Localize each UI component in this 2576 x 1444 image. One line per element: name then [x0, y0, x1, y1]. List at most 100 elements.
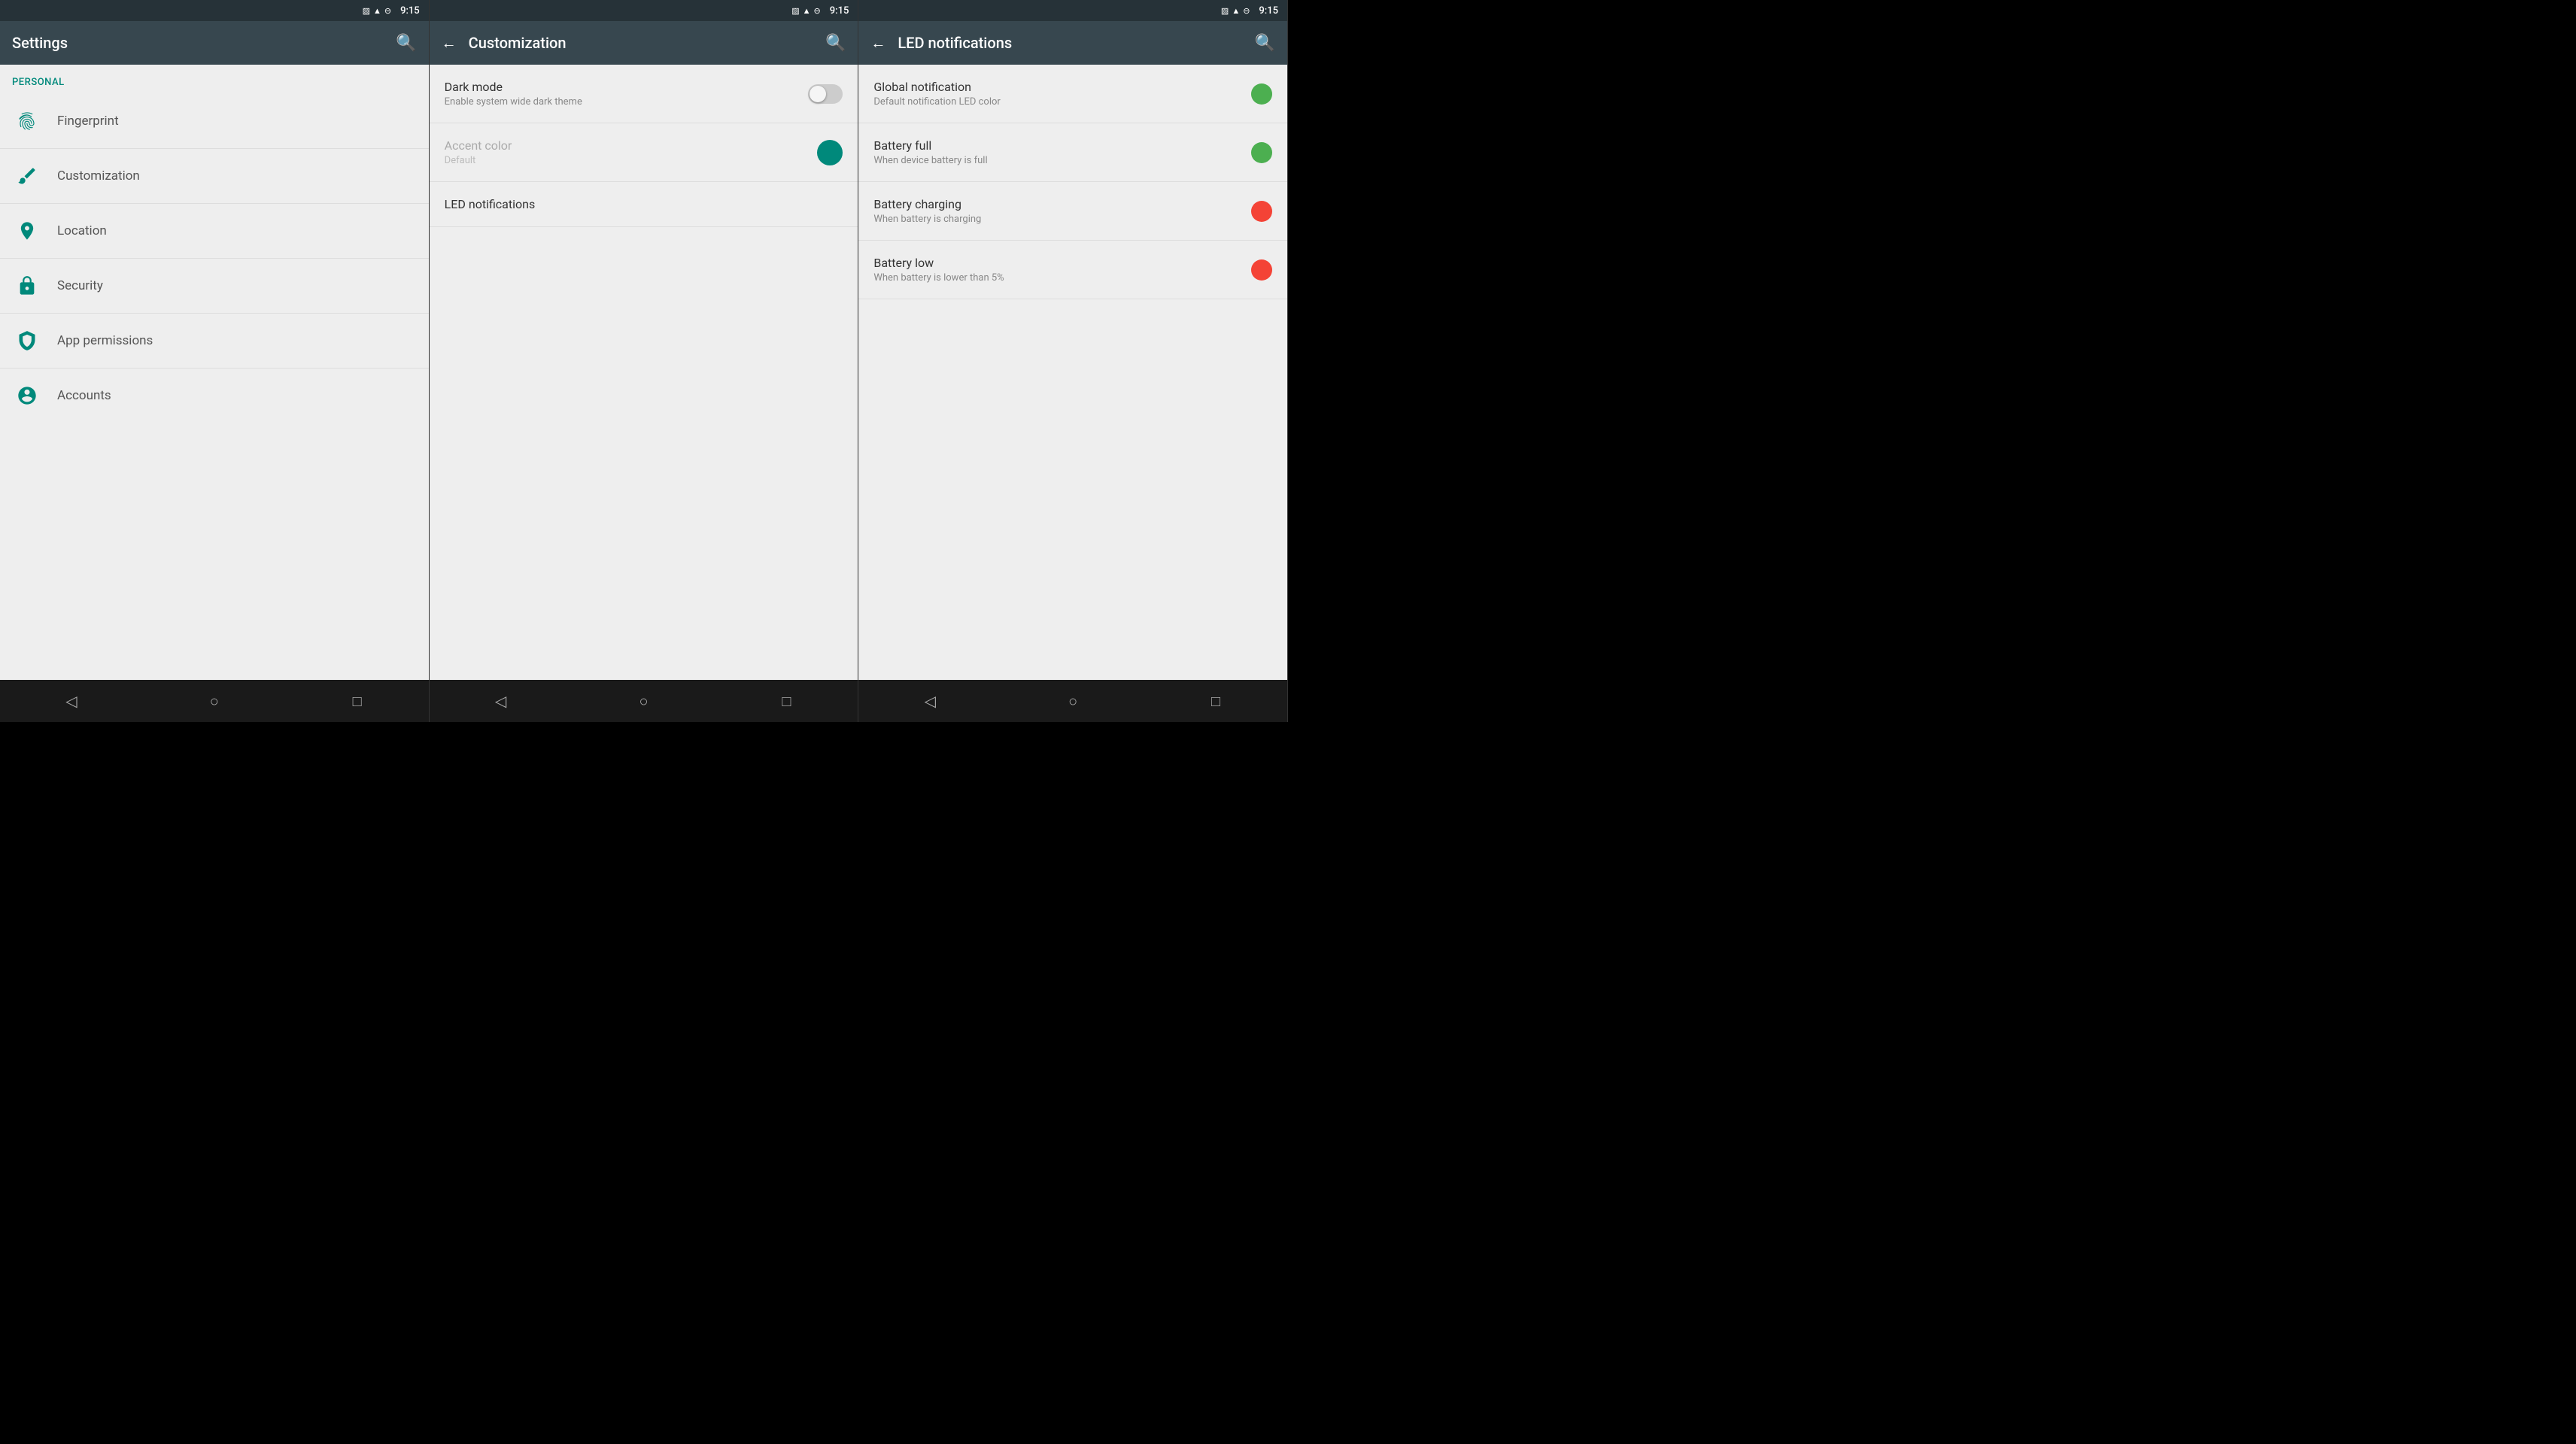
page-title-1: Settings	[12, 34, 384, 52]
dark-mode-title: Dark mode	[445, 80, 582, 94]
dark-mode-subtitle: Enable system wide dark theme	[445, 96, 582, 108]
signal-icon-3: ▲	[1232, 6, 1240, 16]
led-notifications-title: LED notifications	[445, 197, 843, 211]
recents-button-1[interactable]: □	[335, 686, 380, 716]
accounts-label: Accounts	[57, 388, 111, 403]
page-title-3: LED notifications	[898, 34, 1242, 52]
settings-item-security[interactable]: Security	[0, 259, 429, 314]
search-icon-1[interactable]: 🔍	[396, 34, 416, 53]
battery-charging-content: Battery charging When battery is chargin…	[873, 197, 981, 225]
accent-color-subtitle: Default	[445, 155, 512, 166]
battery-charging-subtitle: When battery is charging	[873, 214, 981, 225]
settings-item-fingerprint[interactable]: Fingerprint	[0, 94, 429, 149]
fingerprint-label: Fingerprint	[57, 114, 119, 129]
global-notification-item[interactable]: Global notification Default notification…	[858, 65, 1287, 123]
app-bar-1: Settings 🔍	[0, 21, 429, 65]
battery-low-subtitle: When battery is lower than 5%	[873, 272, 1004, 284]
battery-icon-2: ⊖	[814, 6, 821, 16]
security-icon	[12, 271, 42, 301]
accent-color-title: Accent color	[445, 138, 512, 153]
home-button-2[interactable]: ○	[621, 686, 667, 716]
accent-color-row: Accent color Default	[445, 138, 843, 166]
search-icon-2[interactable]: 🔍	[825, 34, 846, 53]
global-notification-content: Global notification Default notification…	[873, 80, 1001, 108]
back-button-1[interactable]: ◁	[49, 686, 94, 716]
battery-charging-dot	[1251, 201, 1272, 222]
battery-low-title: Battery low	[873, 256, 1004, 270]
settings-content: Personal Fingerprint Customization	[0, 65, 429, 680]
nav-bar-2: ◁ ○ □	[430, 680, 858, 722]
battery-full-dot	[1251, 142, 1272, 163]
toggle-knob-dark-mode	[810, 86, 826, 102]
customization-label: Customization	[57, 168, 140, 184]
time-display-1: 9:15	[400, 5, 420, 17]
settings-item-accounts[interactable]: Accounts	[0, 369, 429, 423]
recents-button-2[interactable]: □	[764, 686, 809, 716]
fingerprint-icon	[12, 106, 42, 136]
back-arrow-3[interactable]: ←	[870, 34, 886, 53]
vibrate-icon-2: ▨	[791, 6, 799, 16]
status-icons-1: ▨ ▲ ⊖	[363, 6, 392, 16]
global-notification-title: Global notification	[873, 80, 1001, 94]
accent-color-item[interactable]: Accent color Default	[430, 123, 858, 182]
dark-mode-text: Dark mode Enable system wide dark theme	[445, 80, 582, 108]
global-notification-subtitle: Default notification LED color	[873, 96, 1001, 108]
status-bar-2: ▨ ▲ ⊖ 9:15	[430, 0, 858, 21]
dark-mode-toggle[interactable]	[808, 84, 843, 104]
dark-mode-item[interactable]: Dark mode Enable system wide dark theme	[430, 65, 858, 123]
battery-full-subtitle: When device battery is full	[873, 155, 987, 166]
home-button-3[interactable]: ○	[1050, 686, 1095, 716]
home-button-1[interactable]: ○	[192, 686, 237, 716]
settings-panel: ▨ ▲ ⊖ 9:15 Settings 🔍 Personal Fingerpri…	[0, 0, 430, 722]
battery-charging-item[interactable]: Battery charging When battery is chargin…	[858, 182, 1287, 241]
accent-color-circle	[817, 140, 843, 165]
battery-full-item[interactable]: Battery full When device battery is full	[858, 123, 1287, 182]
status-icons-3: ▨ ▲ ⊖	[1221, 6, 1250, 16]
personal-section-header: Personal	[0, 65, 429, 94]
time-display-3: 9:15	[1259, 5, 1278, 17]
battery-icon: ⊖	[384, 6, 391, 16]
global-notification-dot	[1251, 83, 1272, 105]
app-permissions-label: App permissions	[57, 333, 153, 348]
battery-low-dot	[1251, 259, 1272, 281]
signal-icon: ▲	[373, 6, 381, 16]
battery-icon-3: ⊖	[1243, 6, 1250, 16]
nav-bar-3: ◁ ○ □	[858, 680, 1287, 722]
back-button-3[interactable]: ◁	[907, 686, 952, 716]
page-title-2: Customization	[469, 34, 813, 52]
dark-mode-row: Dark mode Enable system wide dark theme	[445, 80, 843, 108]
settings-item-app-permissions[interactable]: App permissions	[0, 314, 429, 369]
settings-item-location[interactable]: Location	[0, 204, 429, 259]
security-label: Security	[57, 278, 103, 293]
search-icon-3[interactable]: 🔍	[1255, 34, 1275, 53]
status-bar-3: ▨ ▲ ⊖ 9:15	[858, 0, 1287, 21]
app-bar-3: ← LED notifications 🔍	[858, 21, 1287, 65]
battery-charging-title: Battery charging	[873, 197, 981, 211]
led-notifications-item[interactable]: LED notifications	[430, 182, 858, 227]
signal-icon-2: ▲	[803, 6, 811, 16]
recents-button-3[interactable]: □	[1193, 686, 1238, 716]
account-icon	[12, 381, 42, 411]
battery-full-title: Battery full	[873, 138, 987, 153]
customization-content: Dark mode Enable system wide dark theme …	[430, 65, 858, 680]
settings-item-customization[interactable]: Customization	[0, 149, 429, 204]
time-display-2: 9:15	[830, 5, 849, 17]
app-bar-2: ← Customization 🔍	[430, 21, 858, 65]
battery-low-item[interactable]: Battery low When battery is lower than 5…	[858, 241, 1287, 299]
vibrate-icon: ▨	[363, 6, 370, 16]
shield-icon	[12, 326, 42, 356]
location-label: Location	[57, 223, 107, 238]
accent-color-text: Accent color Default	[445, 138, 512, 166]
location-icon	[12, 216, 42, 246]
battery-low-content: Battery low When battery is lower than 5…	[873, 256, 1004, 284]
battery-full-content: Battery full When device battery is full	[873, 138, 987, 166]
paint-icon	[12, 161, 42, 191]
vibrate-icon-3: ▨	[1221, 6, 1229, 16]
led-notifications-panel: ▨ ▲ ⊖ 9:15 ← LED notifications 🔍 Global …	[858, 0, 1288, 722]
led-notifications-content: Global notification Default notification…	[858, 65, 1287, 680]
nav-bar-1: ◁ ○ □	[0, 680, 429, 722]
back-arrow-2[interactable]: ←	[442, 34, 457, 53]
status-bar-1: ▨ ▲ ⊖ 9:15	[0, 0, 429, 21]
back-button-2[interactable]: ◁	[478, 686, 524, 716]
status-icons-2: ▨ ▲ ⊖	[791, 6, 821, 16]
